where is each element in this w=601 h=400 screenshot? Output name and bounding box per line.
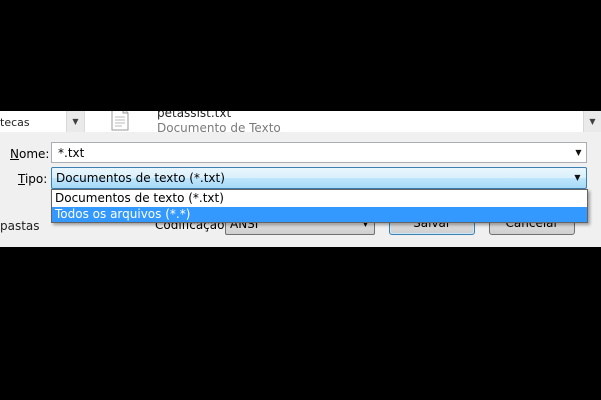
hide-folders-toggle[interactable]: pastas [0,219,40,233]
dropdown-option-all-files[interactable]: Todos os arquivos (*.*) [52,207,587,222]
file-list-scroll-down-icon[interactable]: ▼ [583,111,601,132]
nav-scroll-down-icon[interactable]: ▼ [66,111,84,132]
file-type-select[interactable]: Documentos de texto (*.txt) ▼ [51,167,587,189]
name-label-rest: ome: [18,147,50,161]
file-item-type: Documento de Texto [157,121,281,135]
screen: tecas ▼ petassist.txt Documento de Texto… [0,0,601,400]
save-dialog: tecas ▼ petassist.txt Documento de Texto… [0,111,601,247]
type-label: Tipo: [18,172,48,186]
file-type-value: Documentos de texto (*.txt) [56,171,225,185]
name-label: Nome: [10,147,50,161]
dropdown-option-text-documents[interactable]: Documentos de texto (*.txt) [52,191,587,206]
file-name-combobox[interactable]: *.txt ▼ [51,142,587,163]
file-type-dropdown-list: Documentos de texto (*.txt) Todos os arq… [51,189,588,223]
navigation-pane: tecas ▼ [0,111,85,132]
chevron-down-icon[interactable]: ▼ [571,143,586,162]
file-list: petassist.txt Documento de Texto ▼ [85,111,601,135]
file-name-input[interactable]: *.txt [58,146,84,160]
text-file-icon [111,111,129,131]
nav-item-libraries[interactable]: tecas [0,116,30,129]
file-item-name[interactable]: petassist.txt [157,111,231,120]
type-label-rest: ipo: [24,172,48,186]
chevron-down-icon[interactable]: ▼ [570,168,585,188]
